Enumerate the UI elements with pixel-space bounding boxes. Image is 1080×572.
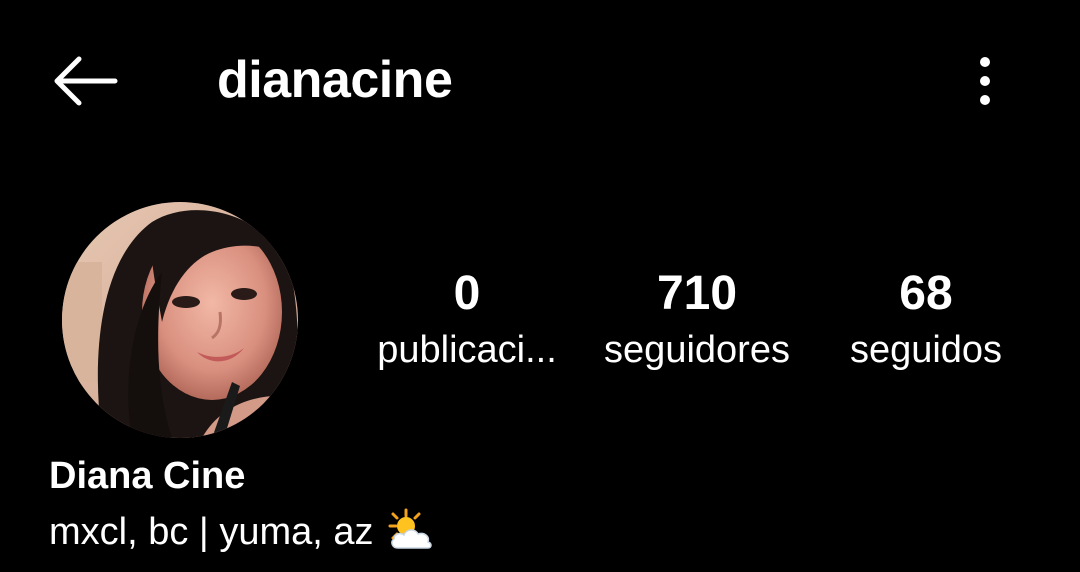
bio-text: mxcl, bc | yuma, az [49, 511, 374, 553]
followers-stat[interactable]: 710 seguidores [582, 262, 812, 374]
bio: mxcl, bc | yuma, az [49, 506, 434, 558]
profile-header: dianacine [0, 0, 1080, 160]
followers-label: seguidores [604, 329, 790, 371]
arrow-left-icon [54, 56, 118, 106]
profile-username: dianacine [217, 51, 453, 109]
posts-stat[interactable]: 0 publicaci... [352, 262, 582, 374]
posts-count: 0 [453, 267, 481, 320]
following-label: seguidos [849, 329, 1003, 371]
avatar-photo [62, 202, 298, 438]
more-vertical-icon [980, 57, 990, 105]
back-button[interactable] [40, 46, 128, 116]
profile-stats: 0 publicaci... 710 seguidores 68 seguido… [352, 262, 1042, 392]
following-stat[interactable]: 68 seguidos [811, 262, 1041, 374]
sun-behind-cloud-icon [388, 508, 432, 549]
posts-label: publicaci... [377, 329, 557, 371]
avatar[interactable] [62, 202, 298, 438]
more-options-button[interactable] [958, 46, 1012, 116]
following-count: 68 [899, 267, 953, 320]
display-name: Diana Cine [49, 455, 246, 497]
followers-count: 710 [656, 267, 738, 320]
